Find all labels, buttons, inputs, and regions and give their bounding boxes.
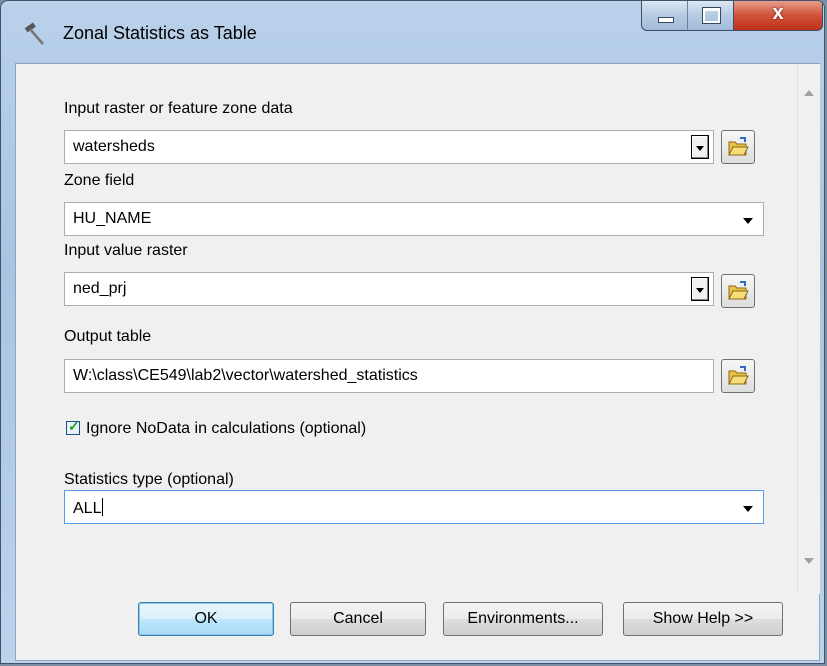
show-help-button[interactable]: Show Help >> <box>623 602 783 636</box>
close-icon: x <box>772 2 784 24</box>
input-value-value: ned_prj <box>73 280 127 297</box>
checkmark-icon: ✓ <box>68 418 80 434</box>
scroll-down-icon[interactable] <box>804 558 814 564</box>
parameters-form: Input raster or feature zone data waters… <box>16 64 797 594</box>
folder-open-icon <box>728 366 749 385</box>
input-value-browse-button[interactable] <box>721 274 755 308</box>
maximize-icon <box>702 7 721 24</box>
title-bar[interactable]: Zonal Statistics as Table x <box>1 1 824 63</box>
maximize-button[interactable] <box>687 1 735 31</box>
window-title: Zonal Statistics as Table <box>63 23 257 43</box>
zone-field-value: HU_NAME <box>73 210 152 227</box>
folder-open-icon <box>728 137 749 156</box>
close-button[interactable]: x <box>733 1 823 31</box>
input-value-label: Input value raster <box>64 242 188 259</box>
stats-type-label: Statistics type (optional) <box>64 471 234 488</box>
ignore-nodata-checkbox[interactable]: ✓ <box>66 418 80 435</box>
output-table-browse-button[interactable] <box>721 359 755 393</box>
ok-button[interactable]: OK <box>138 602 274 636</box>
text-cursor <box>102 498 104 516</box>
input-zone-combobox[interactable]: watersheds <box>64 130 714 164</box>
stats-type-combobox[interactable]: ALL <box>64 490 764 524</box>
minimize-icon <box>658 17 674 23</box>
zone-field-label: Zone field <box>64 172 135 189</box>
dropdown-arrow-icon[interactable] <box>691 277 709 301</box>
vertical-scrollbar[interactable] <box>797 64 820 594</box>
dialog-window: Zonal Statistics as Table x Input raster… <box>0 0 825 664</box>
hammer-icon <box>23 21 49 47</box>
stats-type-value: ALL <box>73 500 102 517</box>
cancel-button[interactable]: Cancel <box>290 602 426 636</box>
environments-button[interactable]: Environments... <box>443 602 603 636</box>
button-bar: OK Cancel Environments... Show Help >> <box>16 594 819 660</box>
output-table-value: W:\class\CE549\lab2\vector\watershed_sta… <box>73 367 418 384</box>
scroll-up-icon[interactable] <box>804 90 814 96</box>
input-zone-value: watersheds <box>73 138 155 155</box>
output-table-input[interactable]: W:\class\CE549\lab2\vector\watershed_sta… <box>64 359 714 393</box>
input-value-combobox[interactable]: ned_prj <box>64 272 714 306</box>
output-table-label: Output table <box>64 328 152 345</box>
zone-field-combobox[interactable]: HU_NAME <box>64 202 764 236</box>
stats-type-text: ALL <box>73 498 104 518</box>
input-zone-browse-button[interactable] <box>721 130 755 164</box>
chevron-down-icon[interactable] <box>743 218 753 224</box>
ignore-nodata-label: Ignore NoData in calculations (optional) <box>86 420 367 437</box>
minimize-button[interactable] <box>641 1 689 31</box>
chevron-down-icon[interactable] <box>743 506 753 512</box>
folder-open-icon <box>728 281 749 300</box>
dropdown-arrow-icon[interactable] <box>691 135 709 159</box>
input-zone-label: Input raster or feature zone data <box>64 100 293 117</box>
dialog-client-area: Input raster or feature zone data waters… <box>15 63 820 661</box>
